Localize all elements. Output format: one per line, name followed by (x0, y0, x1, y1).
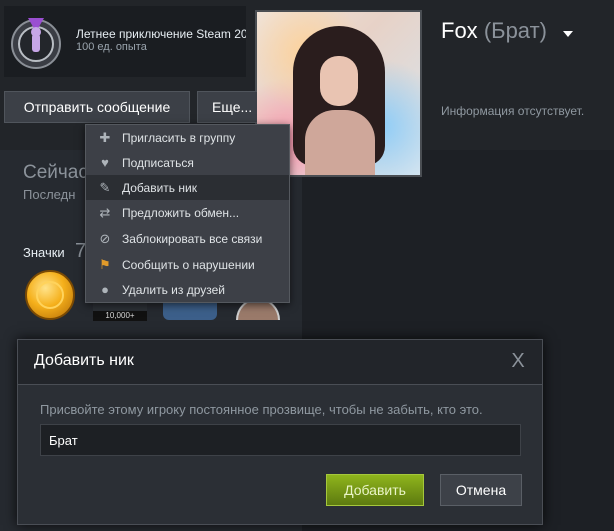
status-subtitle: Последн (23, 187, 76, 202)
menu-item-label: Пригласить в группу (122, 130, 236, 145)
heart-icon: ♥ (101, 155, 109, 170)
profile-name-text: Fox (441, 18, 478, 43)
context-menu: ✚ Пригласить в группу ♥ Подписаться ✎ До… (85, 124, 290, 303)
menu-item-label: Предложить обмен... (122, 205, 240, 220)
profile-nickname: (Брат) (483, 18, 547, 43)
menu-item-follow[interactable]: ♥ Подписаться (86, 150, 289, 175)
more-button[interactable]: Еще... (197, 91, 257, 123)
badge-emblem-icon (11, 18, 61, 69)
menu-item-remove-friend[interactable]: ● Удалить из друзей (86, 277, 289, 302)
menu-item-label: Сообщить о нарушении (122, 257, 255, 272)
menu-item-label: Заблокировать все связи (122, 231, 263, 246)
menu-item-report[interactable]: ⚑ Сообщить о нарушении (86, 252, 289, 277)
menu-item-add-nickname[interactable]: ✎ Добавить ник (86, 175, 289, 200)
menu-item-trade[interactable]: ⇄ Предложить обмен... (86, 200, 289, 225)
pencil-icon: ✎ (99, 179, 111, 195)
menu-item-invite-group[interactable]: ✚ Пригласить в группу (86, 125, 289, 150)
profile-name[interactable]: Fox (Брат) (441, 18, 547, 44)
invite-icon: ✚ (99, 129, 111, 145)
add-nickname-dialog: Добавить ник X Присвойте этому игроку по… (17, 339, 543, 525)
add-button[interactable]: Добавить (326, 474, 424, 506)
flag-icon: ⚑ (99, 256, 111, 272)
nickname-input[interactable] (40, 424, 521, 456)
status-title: Сейчас (23, 162, 88, 183)
menu-item-label: Подписаться (122, 155, 194, 170)
close-icon[interactable]: X (505, 348, 531, 374)
badge-xp: 100 ед. опыта (76, 41, 147, 53)
profile-info: Информация отсутствует. (441, 104, 585, 118)
send-message-button[interactable]: Отправить сообщение (4, 91, 190, 123)
badge-title[interactable]: Летнее приключение Steam 20 (76, 27, 246, 41)
cancel-button[interactable]: Отмена (440, 474, 522, 506)
menu-item-block[interactable]: ⊘ Заблокировать все связи (86, 226, 289, 251)
menu-item-label: Удалить из друзей (122, 282, 225, 297)
dialog-description: Присвойте этому игроку постоянное прозви… (40, 402, 483, 417)
menu-item-label: Добавить ник (122, 180, 197, 195)
badge-coin-icon[interactable] (25, 270, 75, 320)
block-icon: ⊘ (99, 230, 111, 246)
badge-item-label: 10,000+ (93, 311, 147, 321)
dialog-header: Добавить ник X (18, 340, 542, 385)
trade-icon: ⇄ (99, 204, 111, 220)
badges-label[interactable]: Значки (23, 245, 65, 260)
chevron-down-icon[interactable] (563, 31, 573, 37)
dialog-title: Добавить ник (34, 352, 134, 369)
user-remove-icon: ● (101, 282, 109, 297)
